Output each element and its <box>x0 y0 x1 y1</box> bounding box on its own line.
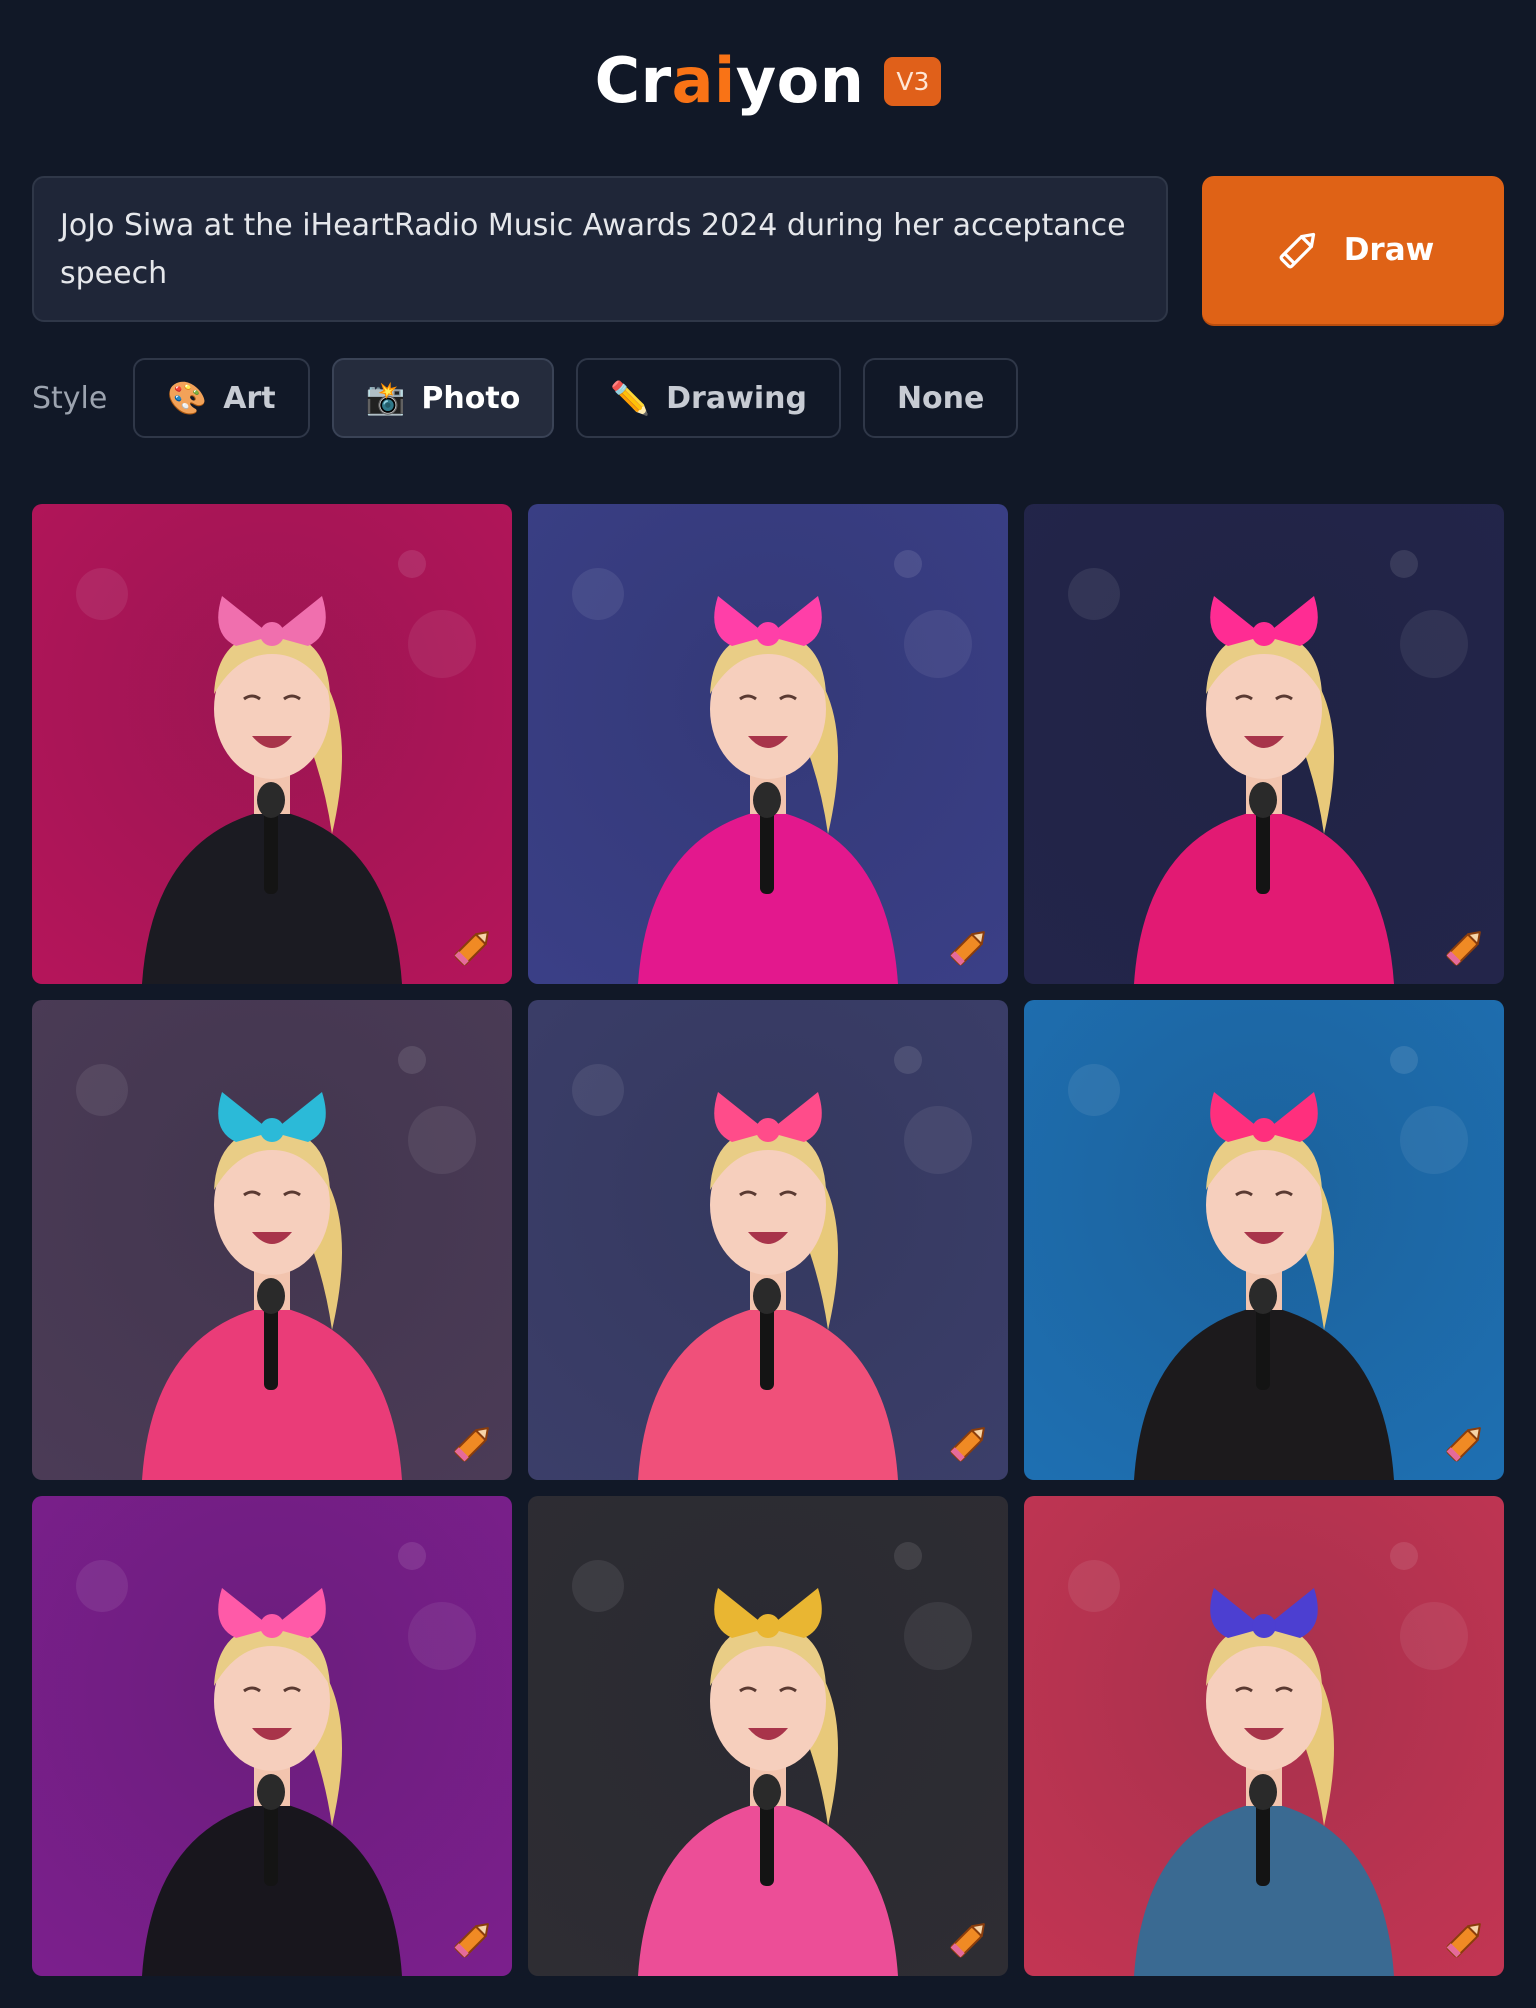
version-badge: V3 <box>884 56 942 106</box>
prompt-input[interactable]: JoJo Siwa at the iHeartRadio Music Award… <box>32 176 1168 322</box>
image-grid <box>32 504 1504 1976</box>
style-label: Style <box>32 380 108 416</box>
generated-image-art <box>528 1496 1008 1976</box>
generated-image-7[interactable] <box>32 1496 512 1976</box>
generated-image-6[interactable] <box>1024 1000 1504 1480</box>
generated-image-1[interactable] <box>32 504 512 984</box>
generated-image-art <box>32 1000 512 1480</box>
header: Craiyon V3 <box>0 38 1536 124</box>
style-option-art[interactable]: 🎨 Art <box>133 358 310 438</box>
draw-button-label: Draw <box>1343 232 1435 268</box>
pencil-edit-icon[interactable] <box>1440 1418 1490 1468</box>
pencil-icon <box>1279 232 1315 269</box>
generated-image-art <box>32 1496 512 1976</box>
style-option-label: None <box>896 380 985 416</box>
style-option-none[interactable]: None <box>862 358 1019 438</box>
draw-button[interactable]: Draw <box>1202 176 1504 324</box>
pencil-edit-icon[interactable] <box>448 1914 498 1964</box>
generated-image-art <box>1024 1496 1504 1976</box>
generated-image-4[interactable] <box>32 1000 512 1480</box>
craiyon-page: Craiyon V3 JoJo Siwa at the iHeartRadio … <box>0 0 1536 2008</box>
pencil-edit-icon[interactable] <box>448 922 498 972</box>
style-option-label: Drawing <box>666 380 807 416</box>
craiyon-logo[interactable]: Craiyon <box>595 50 865 112</box>
pencil-edit-icon[interactable] <box>944 1418 994 1468</box>
logo-part-3: yon <box>735 44 865 117</box>
style-option-photo[interactable]: 📸 Photo <box>331 358 555 438</box>
generated-image-art <box>32 504 512 984</box>
generated-image-art <box>1024 504 1504 984</box>
logo-part-1: Cr <box>594 44 672 117</box>
generated-image-2[interactable] <box>528 504 1008 984</box>
generated-image-art <box>528 1000 1008 1480</box>
generated-image-9[interactable] <box>1024 1496 1504 1976</box>
palette-icon: 🎨 <box>167 379 208 417</box>
pencil-emoji-icon: ✏️ <box>610 379 651 417</box>
style-option-drawing[interactable]: ✏️ Drawing <box>576 358 841 438</box>
pencil-edit-icon[interactable] <box>944 1914 994 1964</box>
pencil-edit-icon[interactable] <box>1440 922 1490 972</box>
pencil-edit-icon[interactable] <box>944 922 994 972</box>
pencil-edit-icon[interactable] <box>1440 1914 1490 1964</box>
logo-part-accent: ai <box>671 44 736 117</box>
generated-image-5[interactable] <box>528 1000 1008 1480</box>
generated-image-art <box>528 504 1008 984</box>
style-option-label: Photo <box>421 380 521 416</box>
generated-image-art <box>1024 1000 1504 1480</box>
style-selector: Style 🎨 Art 📸 Photo ✏️ Drawing None <box>32 356 1040 440</box>
generated-image-3[interactable] <box>1024 504 1504 984</box>
camera-flash-icon: 📸 <box>365 379 406 417</box>
generated-image-8[interactable] <box>528 1496 1008 1976</box>
style-option-label: Art <box>223 380 276 416</box>
pencil-edit-icon[interactable] <box>448 1418 498 1468</box>
